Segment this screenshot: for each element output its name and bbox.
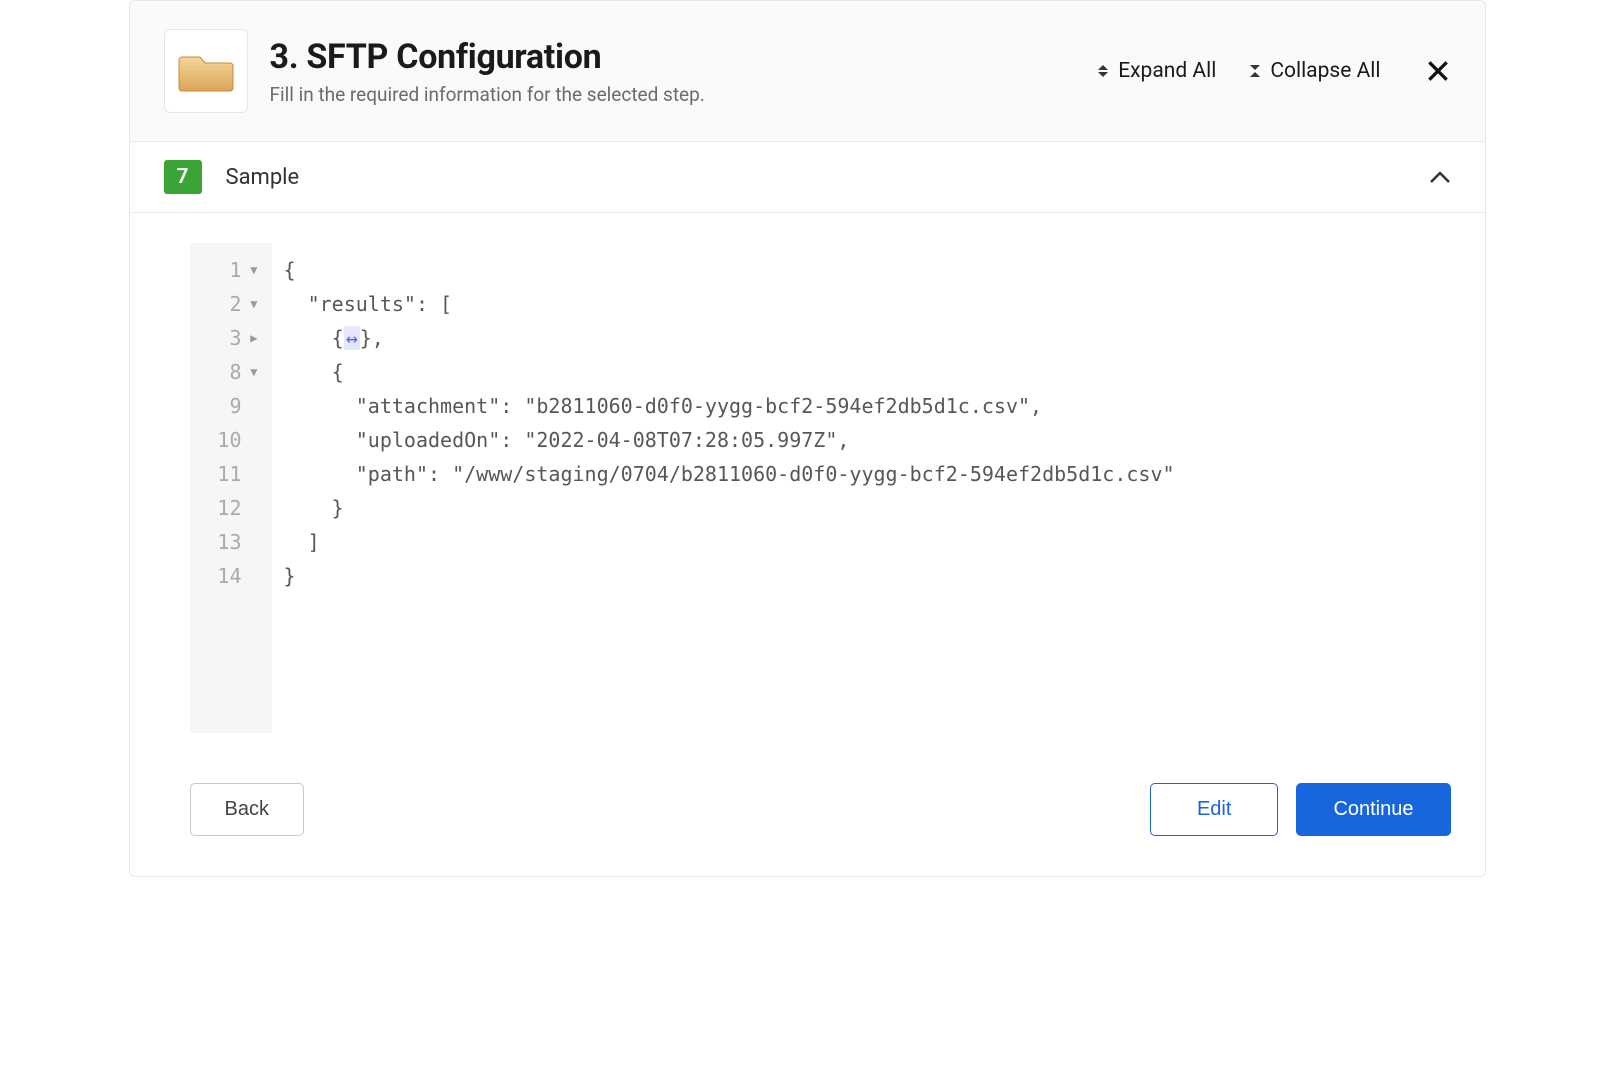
- expand-all-label: Expand All: [1118, 59, 1216, 83]
- gutter-line[interactable]: 10: [190, 423, 264, 457]
- edit-button[interactable]: Edit: [1150, 783, 1278, 836]
- title-block: 3. SFTP Configuration Fill in the requir…: [270, 37, 1099, 106]
- section-badge: 7: [164, 160, 202, 194]
- panel-footer: Back Edit Continue: [130, 763, 1485, 876]
- json-code-viewer: 1▼2▼3▶8▼91011121314 { "results": [ {↔}, …: [190, 243, 1451, 733]
- code-gutter: 1▼2▼3▶8▼91011121314: [190, 243, 272, 733]
- gutter-line[interactable]: 11: [190, 457, 264, 491]
- fold-marker-icon[interactable]: ↔: [344, 326, 360, 350]
- chevron-up-icon: [1429, 170, 1451, 184]
- header-actions: Expand All Collapse All: [1098, 58, 1450, 84]
- code-line: "attachment": "b2811060-d0f0-yygg-bcf2-5…: [284, 389, 1439, 423]
- section-title: Sample: [226, 165, 1429, 190]
- code-line: "uploadedOn": "2022-04-08T07:28:05.997Z"…: [284, 423, 1439, 457]
- gutter-line[interactable]: 12: [190, 491, 264, 525]
- page-title: 3. SFTP Configuration: [270, 37, 1099, 77]
- gutter-line[interactable]: 3▶: [190, 321, 264, 355]
- code-line: {: [284, 253, 1439, 287]
- gutter-line[interactable]: 2▼: [190, 287, 264, 321]
- gutter-line[interactable]: 8▼: [190, 355, 264, 389]
- config-panel: 3. SFTP Configuration Fill in the requir…: [129, 0, 1486, 877]
- expand-icon: [1098, 65, 1108, 77]
- gutter-line[interactable]: 13: [190, 525, 264, 559]
- code-line: "path": "/www/staging/0704/b2811060-d0f0…: [284, 457, 1439, 491]
- code-line: "results": [: [284, 287, 1439, 321]
- code-line: }: [284, 559, 1439, 593]
- section-header-sample[interactable]: 7 Sample: [130, 142, 1485, 213]
- code-content[interactable]: { "results": [ {↔}, { "attachment": "b28…: [272, 243, 1451, 733]
- collapse-all-label: Collapse All: [1270, 59, 1380, 83]
- code-line: ]: [284, 525, 1439, 559]
- code-line: {: [284, 355, 1439, 389]
- continue-button[interactable]: Continue: [1296, 783, 1450, 836]
- step-folder-icon: [164, 29, 248, 113]
- expand-all-button[interactable]: Expand All: [1098, 59, 1216, 83]
- collapse-all-button[interactable]: Collapse All: [1250, 59, 1380, 83]
- page-subtitle: Fill in the required information for the…: [270, 83, 1099, 106]
- collapse-icon: [1250, 65, 1260, 77]
- gutter-line[interactable]: 14: [190, 559, 264, 593]
- panel-header: 3. SFTP Configuration Fill in the requir…: [130, 1, 1485, 142]
- gutter-line[interactable]: 9: [190, 389, 264, 423]
- gutter-line[interactable]: 1▼: [190, 253, 264, 287]
- code-line: }: [284, 491, 1439, 525]
- code-line: {↔},: [284, 321, 1439, 355]
- close-button[interactable]: [1425, 58, 1451, 84]
- close-icon: [1425, 58, 1451, 84]
- back-button[interactable]: Back: [190, 783, 304, 836]
- folder-icon: [178, 47, 234, 95]
